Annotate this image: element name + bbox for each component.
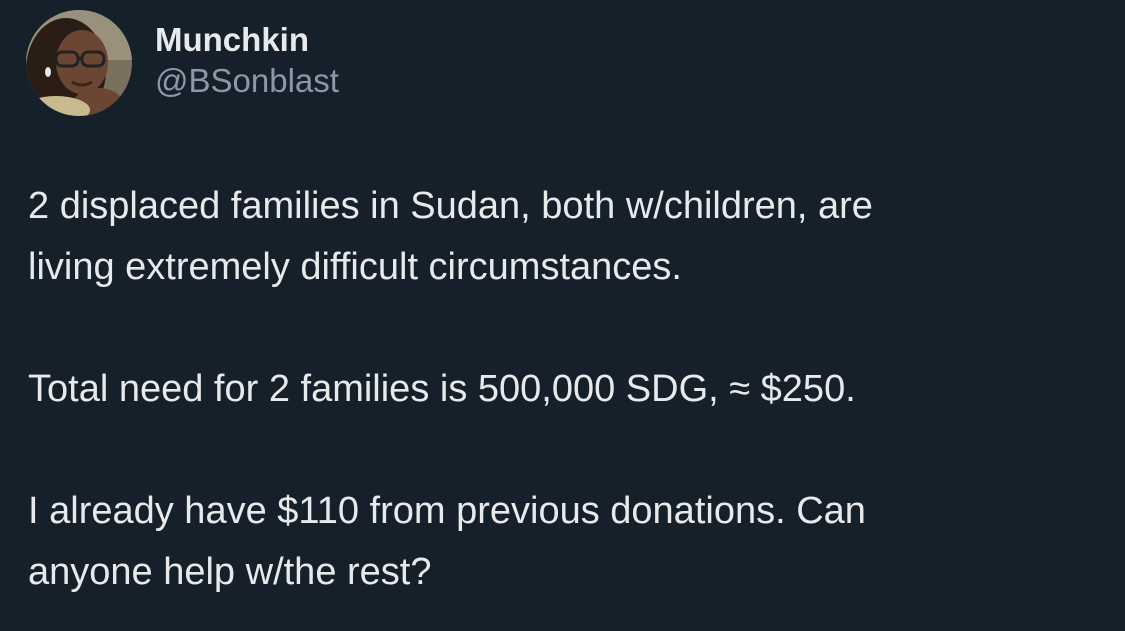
avatar-photo-icon bbox=[26, 10, 132, 116]
tweet-paragraph: I already have $110 from previous donati… bbox=[28, 481, 1098, 603]
tweet-text: 2 displaced families in Sudan, both w/ch… bbox=[28, 176, 1098, 603]
tweet-line: I already have $110 from previous donati… bbox=[28, 490, 866, 532]
tweet-line: Total need for 2 families is 500,000 SDG… bbox=[28, 368, 856, 410]
author-handle[interactable]: @BSonblast bbox=[155, 60, 339, 102]
tweet-paragraph: 2 displaced families in Sudan, both w/ch… bbox=[28, 176, 1098, 298]
tweet-paragraph: Total need for 2 families is 500,000 SDG… bbox=[28, 359, 1098, 420]
author-display-name[interactable]: Munchkin bbox=[155, 20, 339, 60]
tweet-line: living extremely difficult circumstances… bbox=[28, 246, 682, 288]
tweet-card: Munchkin @BSonblast 2 displaced families… bbox=[0, 0, 1125, 631]
author-names: Munchkin @BSonblast bbox=[155, 20, 339, 102]
avatar[interactable] bbox=[26, 10, 132, 116]
tweet-header: Munchkin @BSonblast bbox=[26, 10, 339, 116]
tweet-line: anyone help w/the rest? bbox=[28, 551, 432, 593]
tweet-line: 2 displaced families in Sudan, both w/ch… bbox=[28, 185, 873, 227]
